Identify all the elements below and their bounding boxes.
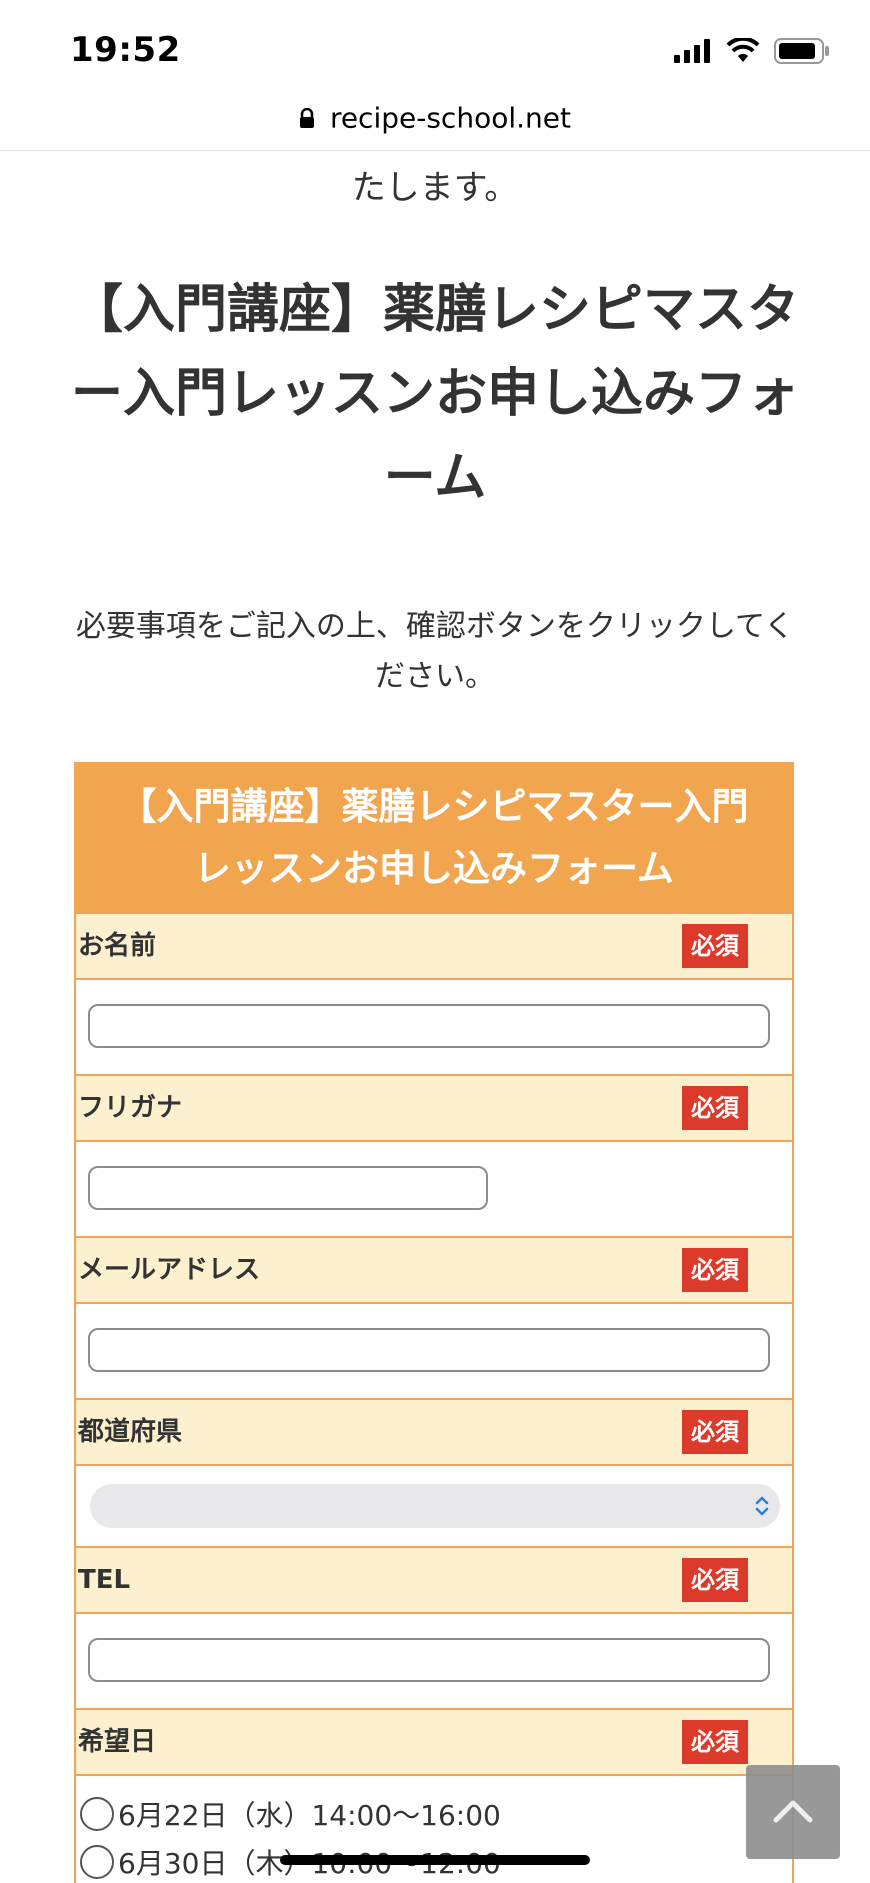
field-label-text: 都道府県 [78,1417,183,1447]
radio-button[interactable] [80,1797,114,1831]
home-indicator [280,1855,590,1865]
tel-input[interactable] [88,1638,770,1682]
field-label-tel: TEL 必須 [76,1546,792,1614]
instructions-text: 必要事項をご記入の上、確認ボタンをクリックしてください。 [75,609,795,694]
status-icons [674,38,830,64]
field-label-text: メールアドレス [78,1255,261,1285]
field-label-prefecture: 都道府県 必須 [76,1398,792,1466]
wifi-icon [726,38,760,62]
form-header: 【入門講座】薬膳レシピマスター入門 レッスンお申し込みフォーム [76,764,792,912]
field-row-date: 6月22日（水）14:00〜16:00 6月30日（木）10:00〜12:00 [76,1776,792,1883]
date-option[interactable]: 6月22日（水）14:00〜16:00 [80,1794,501,1834]
name-input[interactable] [88,1004,770,1048]
email-input[interactable] [88,1328,770,1372]
field-label-date: 希望日 必須 [76,1708,792,1776]
field-label-furigana: フリガナ 必須 [76,1074,792,1142]
status-time: 19:52 [70,30,181,70]
field-label-email: メールアドレス 必須 [76,1236,792,1304]
form-header-line1: 【入門講座】薬膳レシピマスター入門 [119,785,749,828]
cellular-signal-icon [674,39,710,63]
address-bar[interactable]: recipe-school.net [0,100,870,151]
field-label-text: お名前 [78,931,157,961]
field-row-name [76,980,792,1074]
required-badge: 必須 [682,1558,748,1602]
scroll-to-top-button[interactable] [746,1765,840,1859]
lock-icon [300,108,315,128]
field-row-furigana [76,1142,792,1236]
required-badge: 必須 [682,1248,748,1292]
date-option-label: 6月22日（水）14:00〜16:00 [118,1799,501,1832]
field-label-name: お名前 必須 [76,912,792,980]
form-header-line2: レッスンお申し込みフォーム [194,847,674,890]
furigana-input[interactable] [88,1166,488,1210]
field-row-email [76,1304,792,1398]
field-row-tel [76,1614,792,1708]
field-row-prefecture [76,1466,792,1546]
radio-button[interactable] [80,1845,114,1879]
required-badge: 必須 [682,1410,748,1454]
application-form: 【入門講座】薬膳レシピマスター入門 レッスンお申し込みフォーム お名前 必須 フ… [74,762,794,1883]
intro-text-tail: たします。 [351,168,519,208]
chevron-up-down-icon [755,1496,769,1516]
status-bar: 19:52 [0,0,870,100]
prefecture-select[interactable] [90,1484,780,1528]
field-label-text: 希望日 [78,1727,157,1757]
url-text: recipe-school.net [329,101,571,135]
field-label-text: TEL [78,1565,131,1595]
page-title: 【入門講座】薬膳レシピマスター入門レッスンお申し込みフォーム [70,280,799,508]
chevron-up-icon [773,1800,813,1823]
battery-icon [774,38,829,64]
required-badge: 必須 [682,924,748,968]
required-badge: 必須 [682,1720,748,1764]
field-label-text: フリガナ [78,1093,183,1123]
required-badge: 必須 [682,1086,748,1130]
